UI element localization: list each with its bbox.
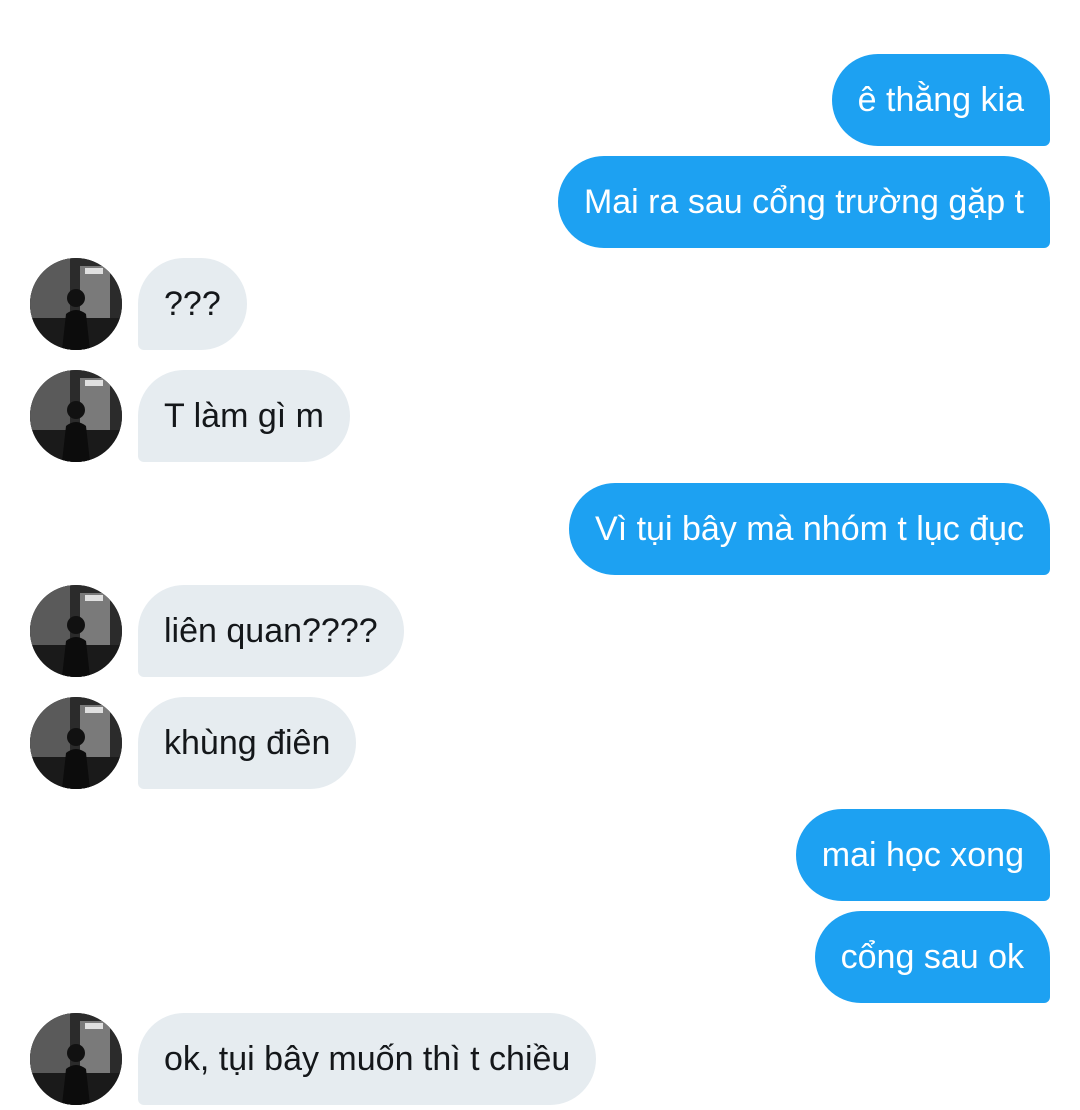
contact-avatar[interactable] [30,370,122,462]
incoming-message-bubble[interactable]: khùng điên [138,697,357,789]
contact-avatar-photo [30,585,122,677]
contact-avatar-photo [30,258,122,350]
incoming-message-bubble[interactable]: ??? [138,258,247,350]
incoming-message-bubble[interactable]: liên quan???? [138,585,404,677]
outgoing-message-bubble[interactable]: Mai ra sau cổng trường gặp t [557,156,1050,248]
contact-avatar[interactable] [30,697,122,789]
outgoing-message-bubble[interactable]: Vì tụi bây mà nhóm t lục đục [569,483,1050,575]
contact-avatar[interactable] [30,258,122,350]
conversation-thread: ê thằng kia Mai ra sau cổng trường gặp t… [0,0,1080,1110]
contact-avatar-photo [30,370,122,462]
contact-avatar-photo [30,697,122,789]
outgoing-message-bubble[interactable]: ê thằng kia [831,54,1050,146]
incoming-message-bubble[interactable]: ok, tụi bây muốn thì t chiều [138,1013,597,1105]
contact-avatar-photo [30,1013,122,1105]
contact-avatar[interactable] [30,1013,122,1105]
outgoing-message-bubble[interactable]: cổng sau ok [814,911,1050,1003]
incoming-message-bubble[interactable]: T làm gì m [138,370,350,462]
outgoing-message-bubble[interactable]: mai học xong [795,809,1050,901]
contact-avatar[interactable] [30,585,122,677]
